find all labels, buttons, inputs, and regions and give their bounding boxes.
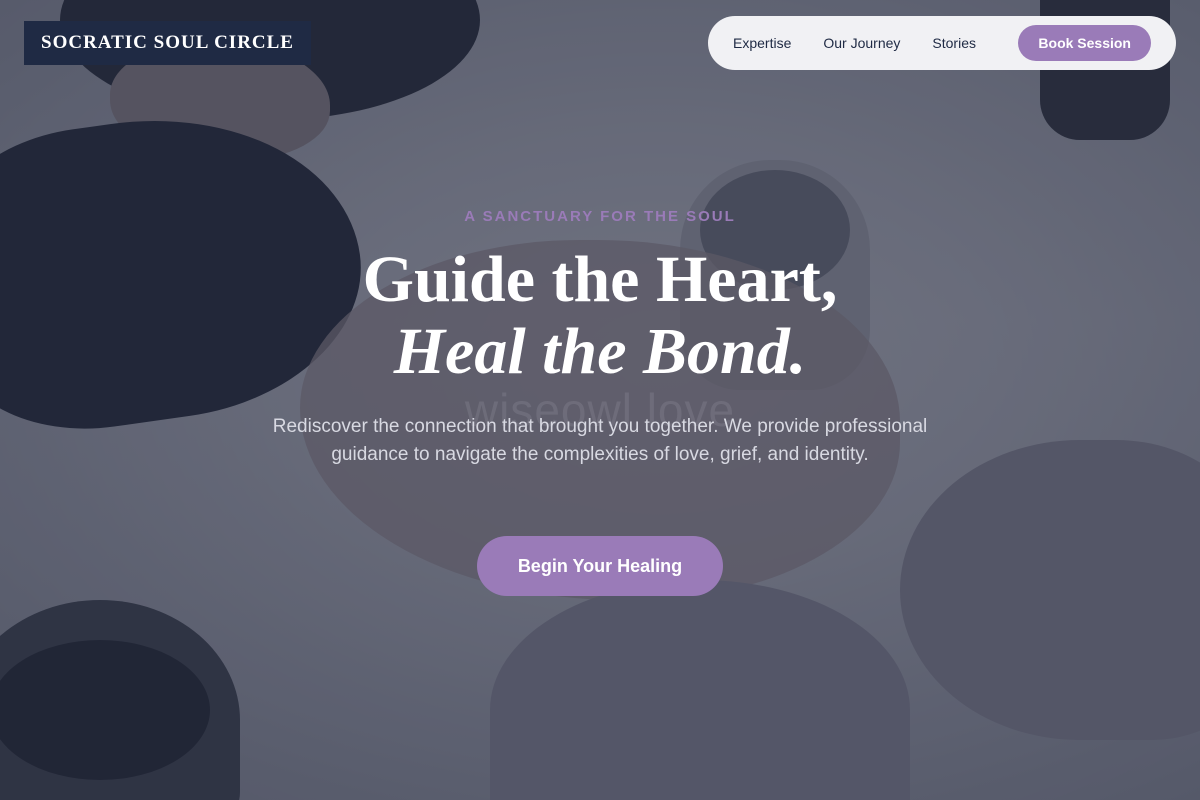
nav-item-stories[interactable]: Stories [932,35,976,51]
headline-line-1: Guide the Heart, [362,243,838,316]
nav-item-expertise[interactable]: Expertise [733,35,791,51]
nav-item-our-journey[interactable]: Our Journey [823,35,900,51]
hero-headline: Guide the Heart, Heal the Bond. [0,244,1200,388]
brand-name: SOCRATIC SOUL CIRCLE [41,32,294,53]
main-nav: Expertise Our Journey Stories Book Sessi… [708,16,1176,70]
headline-line-2: Heal the Bond. [393,315,807,388]
book-session-button[interactable]: Book Session [1018,25,1151,61]
hero-eyebrow: A SANCTUARY FOR THE SOUL [464,208,736,225]
hero-subtext: Rediscover the connection that brought y… [272,416,928,465]
brand-logo[interactable]: SOCRATIC SOUL CIRCLE [24,21,311,65]
begin-healing-button[interactable]: Begin Your Healing [477,536,723,596]
